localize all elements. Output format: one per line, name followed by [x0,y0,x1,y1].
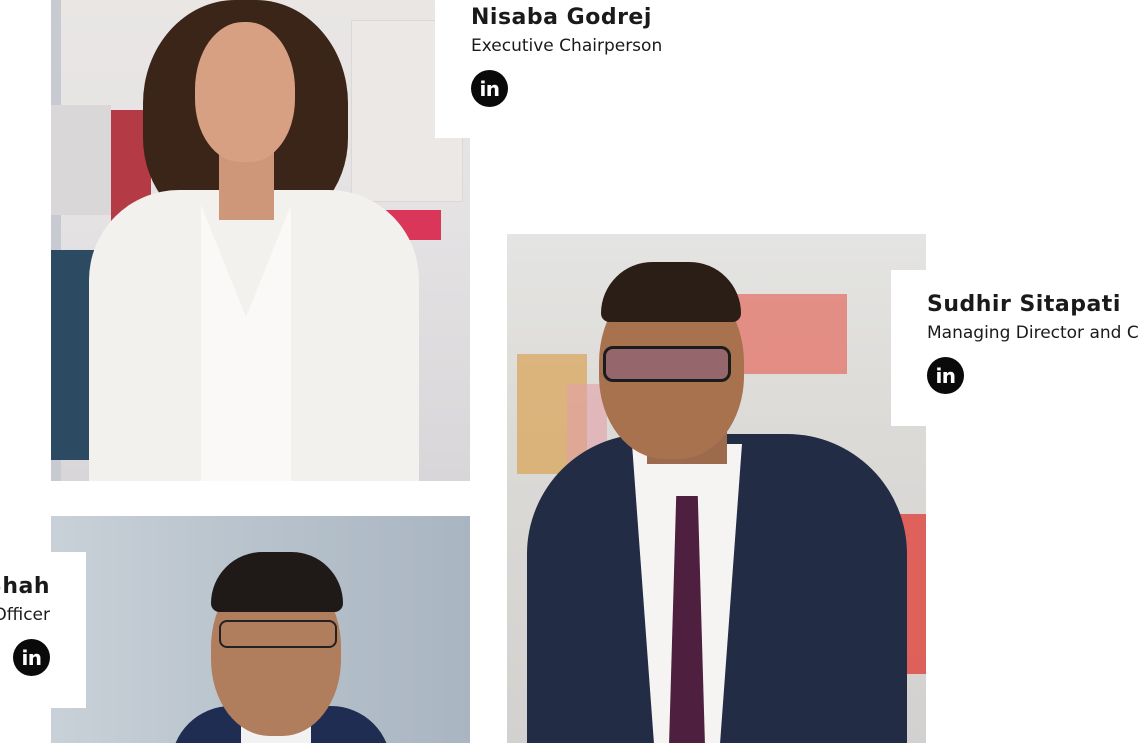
person-name: Sudhir Sitapati [927,292,1121,317]
profile-card-sudhir-sitapati: Sudhir Sitapati Managing Director and CE… [891,270,1139,426]
leadership-grid: Nisaba Godrej Executive Chairperson in S… [0,0,1139,743]
person-role: Managing Director and CE [927,323,1139,343]
person-name: Nisaba Godrej [471,5,652,30]
person-role: Executive Chairperson [471,36,663,56]
linkedin-icon[interactable]: in [13,639,50,676]
linkedin-icon-label: in [21,645,42,670]
portrait-photo-sudhir-sitapati [507,234,926,743]
person-role: Officer [0,605,50,625]
person-name: Shah [0,574,50,599]
portrait-photo-shah [51,516,470,743]
portrait-photo-nisaba-godrej [51,0,470,481]
profile-card-nisaba-godrej: Nisaba Godrej Executive Chairperson in [435,0,765,138]
linkedin-icon-label: in [479,76,500,101]
linkedin-icon[interactable]: in [927,357,964,394]
profile-card-shah: Shah Officer in [0,552,86,708]
linkedin-icon[interactable]: in [471,70,508,107]
linkedin-icon-label: in [935,363,956,388]
